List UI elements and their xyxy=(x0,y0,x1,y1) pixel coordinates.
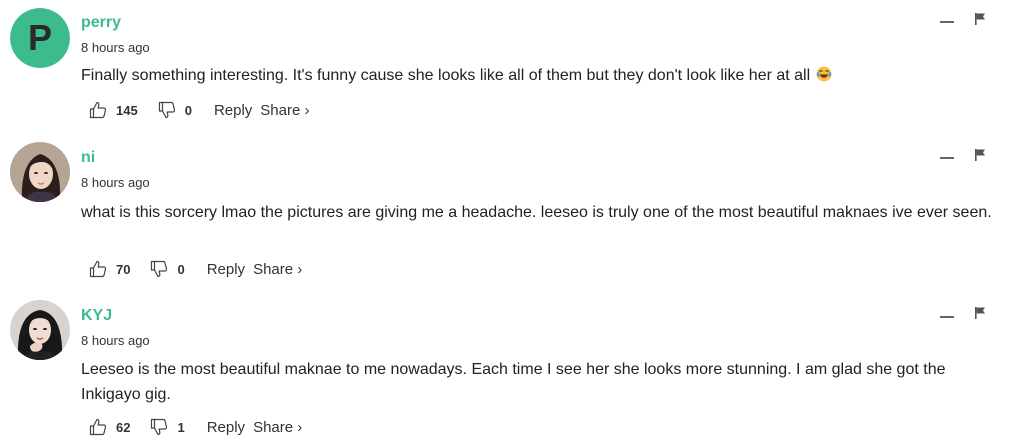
thumbs-up-icon[interactable] xyxy=(89,418,107,436)
thumbs-up-icon[interactable] xyxy=(89,101,107,119)
share-button[interactable]: Share › xyxy=(253,419,302,436)
avatar-letter: P xyxy=(10,8,70,68)
comment: P perry 8 hours ago Finally something in… xyxy=(0,0,1010,130)
minimize-icon[interactable] xyxy=(940,316,954,318)
flag-icon[interactable] xyxy=(974,13,986,25)
comment-text: what is this sorcery lmao the pictures a… xyxy=(81,204,992,221)
minimize-icon[interactable] xyxy=(940,157,954,159)
comment-text-content: Finally something interesting. It's funn… xyxy=(81,67,811,84)
comment-actions: 145 0 Reply Share › xyxy=(89,99,310,121)
avatar-photo xyxy=(10,142,70,202)
avatar-photo xyxy=(10,300,70,360)
like-count: 62 xyxy=(116,419,131,435)
comment-actions: 62 1 Reply Share › xyxy=(89,416,302,438)
timestamp: 8 hours ago xyxy=(81,40,150,55)
comment-actions: 70 0 Reply Share › xyxy=(89,258,302,280)
dislike-count: 0 xyxy=(177,261,185,277)
username[interactable]: perry xyxy=(81,14,121,32)
share-button[interactable]: Share › xyxy=(253,261,302,278)
like-count: 70 xyxy=(116,261,131,277)
comment-text: Finally something interesting. It's funn… xyxy=(81,63,1001,88)
username[interactable]: ni xyxy=(81,149,95,167)
thumbs-down-icon[interactable] xyxy=(150,418,168,436)
reply-button[interactable]: Reply xyxy=(207,419,245,436)
avatar[interactable]: P xyxy=(10,8,70,68)
username[interactable]: KYJ xyxy=(81,307,112,325)
timestamp: 8 hours ago xyxy=(81,333,150,348)
comment: KYJ 8 hours ago Leeseo is the most beaut… xyxy=(0,288,1010,445)
avatar[interactable] xyxy=(10,142,70,202)
reply-button[interactable]: Reply xyxy=(207,261,245,278)
reply-button[interactable]: Reply xyxy=(214,102,252,119)
thumbs-down-icon[interactable] xyxy=(158,101,176,119)
timestamp: 8 hours ago xyxy=(81,175,150,190)
comment-text: Leeseo is the most beautiful maknae to m… xyxy=(81,361,946,403)
minimize-icon[interactable] xyxy=(940,21,954,23)
thumbs-up-icon[interactable] xyxy=(89,260,107,278)
flag-icon[interactable] xyxy=(974,307,986,319)
flag-icon[interactable] xyxy=(974,149,986,161)
share-button[interactable]: Share › xyxy=(260,102,309,119)
dislike-count: 0 xyxy=(184,102,192,118)
dislike-count: 1 xyxy=(177,419,185,435)
comment: ni 8 hours ago what is this sorcery lmao… xyxy=(0,130,1010,285)
laughing-tears-emoji-icon xyxy=(816,66,832,82)
thumbs-down-icon[interactable] xyxy=(150,260,168,278)
like-count: 145 xyxy=(116,102,138,118)
avatar[interactable] xyxy=(10,300,70,360)
